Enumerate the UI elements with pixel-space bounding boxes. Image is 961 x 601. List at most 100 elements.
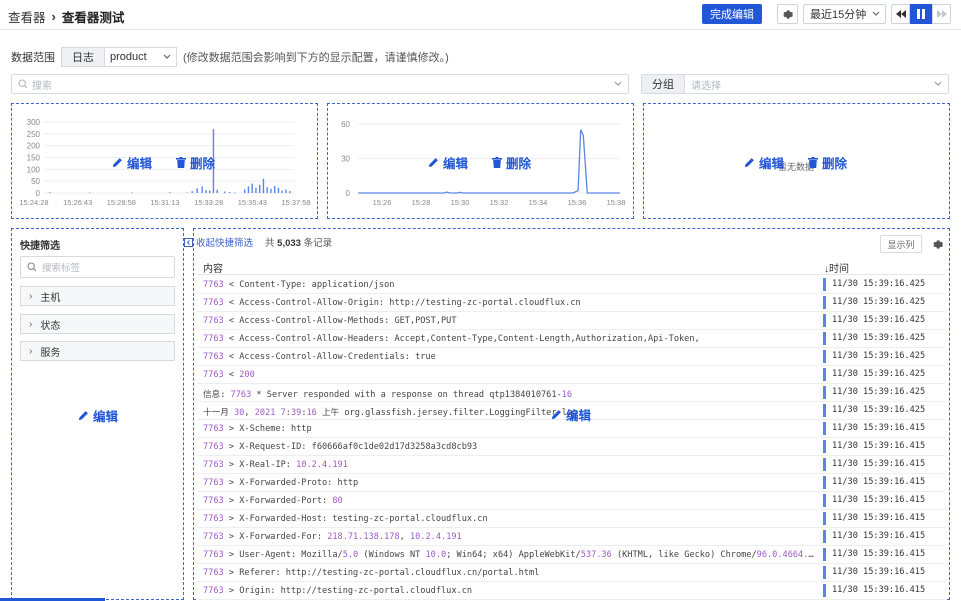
log-content: 7763 > X-Request-ID: f60666af0c1de02d17d… <box>203 442 478 452</box>
y-tick-label: 50 <box>31 177 40 186</box>
log-row[interactable]: 7763 < Access-Control-Allow-Credentials:… <box>197 348 945 366</box>
log-content: 7763 < Content-Type: application/json <box>203 280 395 290</box>
chevron-right-icon: › <box>51 9 56 24</box>
finish-edit-button[interactable]: 完成编辑 <box>702 4 762 24</box>
show-columns-button[interactable]: 显示列 <box>880 235 922 253</box>
series-line <box>358 129 620 194</box>
edit-label: 编辑 <box>566 409 592 423</box>
edit-chart-button[interactable]: 编辑 <box>428 153 468 172</box>
x-tick-label: 15:37:58 <box>281 198 310 207</box>
chevron-right-icon: › <box>29 318 33 330</box>
log-row[interactable]: 7763 < Content-Type: application/json 11/… <box>197 276 945 294</box>
log-row[interactable]: 7763 > X-Forwarded-Port: 80 11/30 15:39:1… <box>197 492 945 510</box>
pencil-icon <box>428 158 438 168</box>
column-time[interactable]: ↓时间 <box>824 260 849 275</box>
log-time: 11/30 15:39:16.425 <box>823 404 925 417</box>
list-settings-button[interactable] <box>928 235 946 253</box>
edit-panel-button[interactable]: 编辑 <box>551 405 591 424</box>
bar <box>244 189 246 193</box>
bar <box>229 192 231 193</box>
log-row[interactable]: 7763 < Access-Control-Allow-Headers: Acc… <box>197 330 945 348</box>
pencil-icon <box>744 158 754 168</box>
list-header: 收起快捷筛选 共 5,033 条记录 <box>184 234 332 250</box>
log-time: 11/30 15:39:16.425 <box>823 296 925 309</box>
log-content: 7763 > Referer: http://testing-zc-portal… <box>203 568 540 578</box>
time-range-select[interactable]: 最近15分钟 <box>803 4 886 24</box>
log-row[interactable]: 7763 > User-Agent: Mozilla/5.0 (Windows … <box>197 546 945 564</box>
log-time: 11/30 15:39:16.425 <box>823 314 925 327</box>
edit-panel-button[interactable]: 编辑 <box>78 406 118 425</box>
delete-chart-button[interactable]: 删除 <box>808 153 847 172</box>
log-row[interactable]: 7763 > Referer: http://testing-zc-portal… <box>197 564 945 582</box>
forward-button[interactable] <box>932 4 951 24</box>
settings-button[interactable] <box>777 4 798 24</box>
log-row[interactable]: 7763 < Access-Control-Allow-Origin: http… <box>197 294 945 312</box>
gear-icon <box>932 239 943 249</box>
log-content: 7763 < Access-Control-Allow-Methods: GET… <box>203 316 457 326</box>
log-row[interactable]: 7763 > X-Forwarded-Host: testing-zc-port… <box>197 510 945 528</box>
collapse-quick-filter-button[interactable]: 收起快捷筛选 <box>184 235 253 249</box>
log-time: 11/30 15:39:16.425 <box>823 386 925 399</box>
facet-label: 服务 <box>40 347 61 359</box>
scope-type-tab[interactable]: 日志 <box>61 47 105 67</box>
delete-chart-button[interactable]: 删除 <box>176 153 215 172</box>
log-row[interactable]: 7763 > X-Forwarded-For: 218.71.138.178, … <box>197 528 945 546</box>
log-content: 7763 > Origin: http://testing-zc-portal.… <box>203 586 473 596</box>
log-time: 11/30 15:39:16.415 <box>823 548 925 561</box>
bar <box>247 186 250 193</box>
edit-label: 编辑 <box>759 157 785 171</box>
chevron-down-icon <box>934 81 942 86</box>
histogram-chart: 300 250 200 150 100 50 015:24:28 15:26:43 15:28:… <box>19 118 310 207</box>
rewind-button[interactable] <box>891 4 910 24</box>
delete-chart-button[interactable]: 删除 <box>492 153 531 172</box>
facet-label: 主机 <box>40 292 61 304</box>
edit-chart-button[interactable]: 编辑 <box>744 153 784 172</box>
search-input[interactable]: 搜索 <box>11 74 629 94</box>
log-content: 7763 < 200 <box>203 370 255 380</box>
log-time: 11/30 15:39:16.415 <box>823 422 925 435</box>
edit-label: 编辑 <box>443 157 469 171</box>
scope-source-select[interactable]: product <box>105 47 177 67</box>
log-time: 11/30 15:39:16.425 <box>823 350 925 363</box>
facet-host[interactable]: › 主机 <box>20 286 175 306</box>
x-tick-label: 15:33:28 <box>194 198 223 207</box>
delete-label: 删除 <box>506 157 532 171</box>
column-content: 内容 <box>203 264 223 275</box>
bar <box>201 186 203 193</box>
chevron-down-icon <box>872 11 880 16</box>
log-row[interactable]: 7763 < Access-Control-Allow-Methods: GET… <box>197 312 945 330</box>
group-by-select[interactable]: 分组 请选择 <box>641 74 949 94</box>
tag-search-input[interactable]: 搜索标签 <box>20 256 175 278</box>
bar <box>262 178 265 193</box>
delete-label: 删除 <box>190 157 216 171</box>
log-table-header: 内容 ↓时间 <box>197 257 945 275</box>
chevron-down-icon <box>614 81 622 86</box>
log-row[interactable]: 7763 > X-Request-ID: f60666af0c1de02d17d… <box>197 438 945 456</box>
scope-hint: (修改数据范围会影响到下方的显示配置，请谨慎修改。) <box>183 52 449 64</box>
x-tick-label: 15:30 <box>451 198 470 207</box>
log-row[interactable]: 7763 < 200 11/30 15:39:16.425 <box>197 366 945 384</box>
page-title: 查看器测试 <box>61 11 125 25</box>
y-tick-label: 60 <box>341 120 350 129</box>
data-scope-row: 数据范围 日志 product (修改数据范围会影响到下方的显示配置，请谨慎修改… <box>11 47 449 67</box>
pause-button[interactable] <box>910 4 932 24</box>
log-row[interactable]: 7763 > Origin: http://testing-zc-portal.… <box>197 582 945 600</box>
log-content: 7763 > X-Real-IP: 10.2.4.191 <box>203 460 348 470</box>
log-content: 7763 > X-Forwarded-Proto: http <box>203 478 359 488</box>
y-tick-label: 150 <box>27 154 41 163</box>
facet-status[interactable]: › 状态 <box>20 314 175 334</box>
log-row[interactable]: 7763 > X-Real-IP: 10.2.4.191 11/30 15:39:… <box>197 456 945 474</box>
edit-chart-button[interactable]: 编辑 <box>112 153 152 172</box>
log-content: 7763 > X-Scheme: http <box>203 424 312 434</box>
log-row[interactable]: 信息: 7763 * Server responded with a respo… <box>197 384 945 402</box>
chevron-right-icon: › <box>29 345 33 357</box>
tag-search-placeholder: 搜索标签 <box>42 263 81 274</box>
y-tick-label: 100 <box>27 165 41 174</box>
x-tick-label: 15:32 <box>490 198 509 207</box>
y-tick-label: 0 <box>346 189 351 198</box>
breadcrumb-parent[interactable]: 查看器 <box>8 7 46 26</box>
facet-service[interactable]: › 服务 <box>20 341 175 361</box>
log-row[interactable]: 7763 > X-Forwarded-Proto: http 11/30 15:3… <box>197 474 945 492</box>
chart-panel-1: 300 250 200 150 100 50 0 15:24:28 15:26:43 15:28:… <box>11 103 318 219</box>
x-tick-label: 15:24:28 <box>19 198 48 207</box>
